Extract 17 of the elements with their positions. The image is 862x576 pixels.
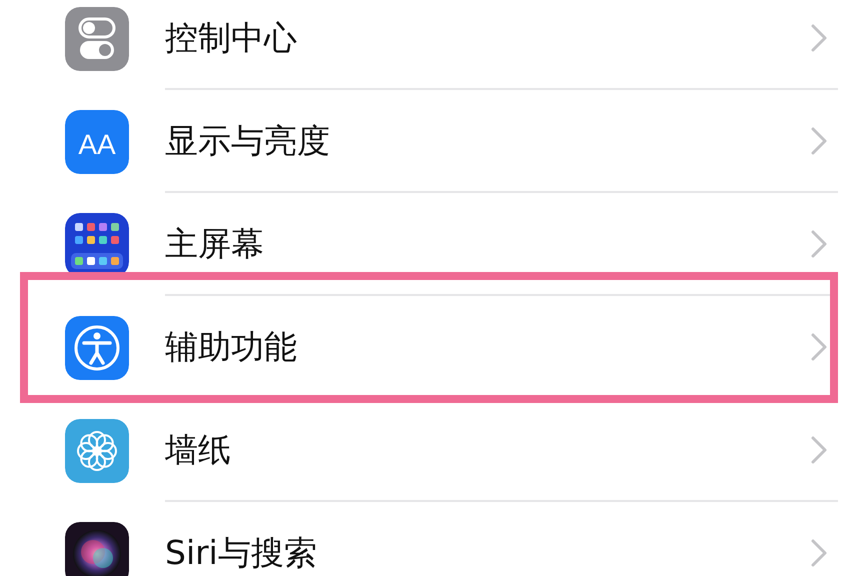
icon-letters: AA <box>78 128 116 160</box>
chevron-right-icon <box>810 228 828 258</box>
accessibility-icon <box>65 316 129 380</box>
setting-label: 辅助功能 <box>165 326 298 368</box>
chevron-right-icon <box>810 22 828 52</box>
toggle-switches-icon <box>65 6 129 70</box>
chevron-right-icon <box>810 538 828 568</box>
orb-icon <box>65 522 129 576</box>
setting-label: 主屏幕 <box>165 222 265 265</box>
chevron-right-icon <box>810 434 828 464</box>
setting-label: Siri与搜索 <box>165 532 318 574</box>
setting-label: 墙纸 <box>165 428 232 471</box>
chevron-right-icon <box>810 332 828 362</box>
setting-label: 显示与亮度 <box>165 120 331 162</box>
setting-label: 控制中心 <box>165 16 298 59</box>
flower-icon <box>65 418 129 482</box>
chevron-right-icon <box>810 126 828 156</box>
